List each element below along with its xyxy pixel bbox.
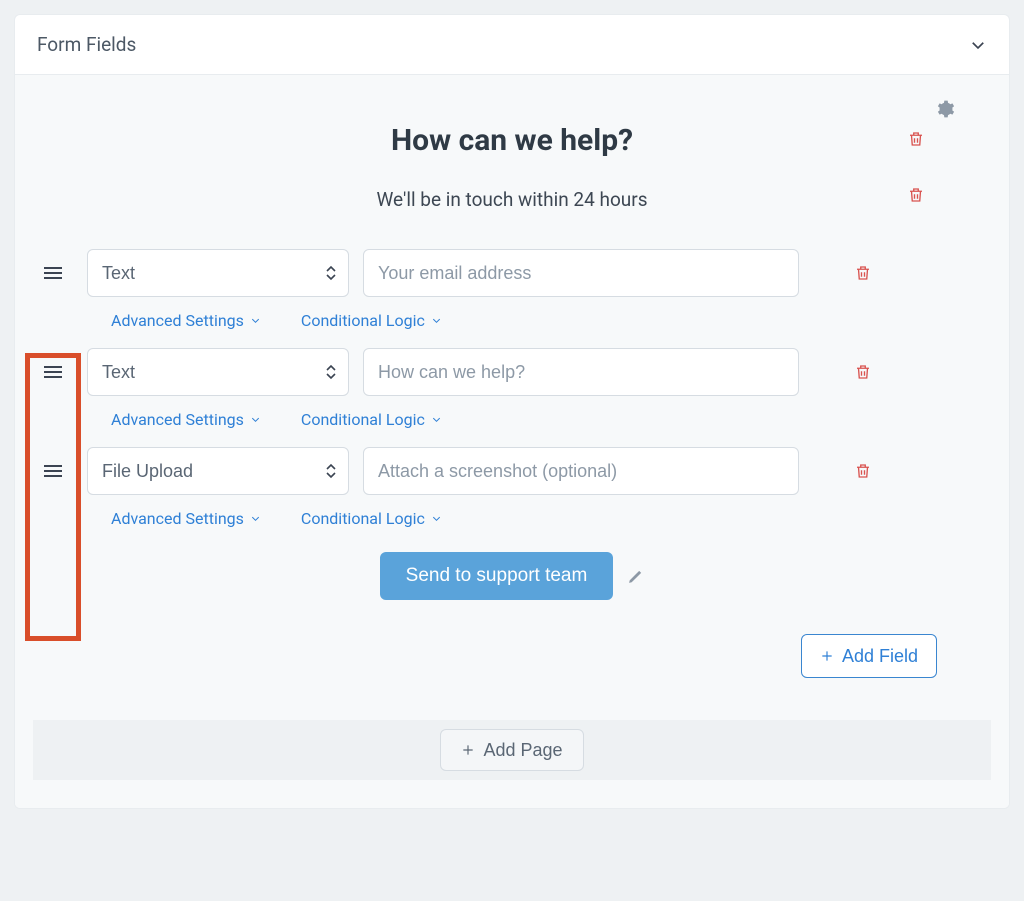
link-label: Advanced Settings <box>111 410 244 429</box>
link-label: Conditional Logic <box>301 509 425 528</box>
conditional-logic-link[interactable]: Conditional Logic <box>301 509 442 528</box>
add-field-button[interactable]: Add Field <box>801 634 937 678</box>
pencil-icon[interactable] <box>627 568 644 585</box>
add-page-bar: Add Page <box>33 720 991 780</box>
trash-icon[interactable] <box>854 264 872 282</box>
form-fields-panel: Form Fields How can we help? We'll be in… <box>14 14 1010 809</box>
panel-header[interactable]: Form Fields <box>15 15 1009 75</box>
advanced-settings-link[interactable]: Advanced Settings <box>111 509 261 528</box>
chevron-down-icon <box>431 315 442 326</box>
field-row <box>33 433 991 495</box>
submit-button[interactable]: Send to support team <box>380 552 614 600</box>
link-label: Advanced Settings <box>111 509 244 528</box>
field-type-select[interactable] <box>87 447 349 495</box>
chevron-down-icon[interactable] <box>969 36 987 54</box>
field-type-select[interactable] <box>87 348 349 396</box>
trash-icon[interactable] <box>907 130 925 148</box>
panel-title: Form Fields <box>37 33 136 56</box>
chevron-down-icon <box>250 315 261 326</box>
trash-icon[interactable] <box>907 186 925 204</box>
field-placeholder-input[interactable] <box>363 447 799 495</box>
chevron-down-icon <box>250 414 261 425</box>
panel-body: How can we help? We'll be in touch withi… <box>15 75 1009 808</box>
add-page-button[interactable]: Add Page <box>440 729 583 771</box>
chevron-down-icon <box>431 414 442 425</box>
plus-icon <box>820 649 834 663</box>
link-label: Conditional Logic <box>301 311 425 330</box>
conditional-logic-link[interactable]: Conditional Logic <box>301 410 442 429</box>
drag-handle-icon[interactable] <box>33 366 73 378</box>
trash-icon[interactable] <box>854 462 872 480</box>
gear-icon[interactable] <box>935 99 955 119</box>
field-row <box>33 334 991 396</box>
field-type-select[interactable] <box>87 249 349 297</box>
field-placeholder-input[interactable] <box>363 249 799 297</box>
drag-handle-icon[interactable] <box>33 465 73 477</box>
drag-handle-icon[interactable] <box>33 267 73 279</box>
plus-icon <box>461 743 475 757</box>
field-row <box>33 235 991 297</box>
advanced-settings-link[interactable]: Advanced Settings <box>111 311 261 330</box>
chevron-down-icon <box>250 513 261 524</box>
button-label: Add Page <box>483 740 562 761</box>
form-subheading[interactable]: We'll be in touch within 24 hours <box>376 188 647 211</box>
conditional-logic-link[interactable]: Conditional Logic <box>301 311 442 330</box>
chevron-down-icon <box>431 513 442 524</box>
form-heading[interactable]: How can we help? <box>391 123 633 158</box>
link-label: Advanced Settings <box>111 311 244 330</box>
button-label: Add Field <box>842 646 918 667</box>
trash-icon[interactable] <box>854 363 872 381</box>
advanced-settings-link[interactable]: Advanced Settings <box>111 410 261 429</box>
field-placeholder-input[interactable] <box>363 348 799 396</box>
link-label: Conditional Logic <box>301 410 425 429</box>
